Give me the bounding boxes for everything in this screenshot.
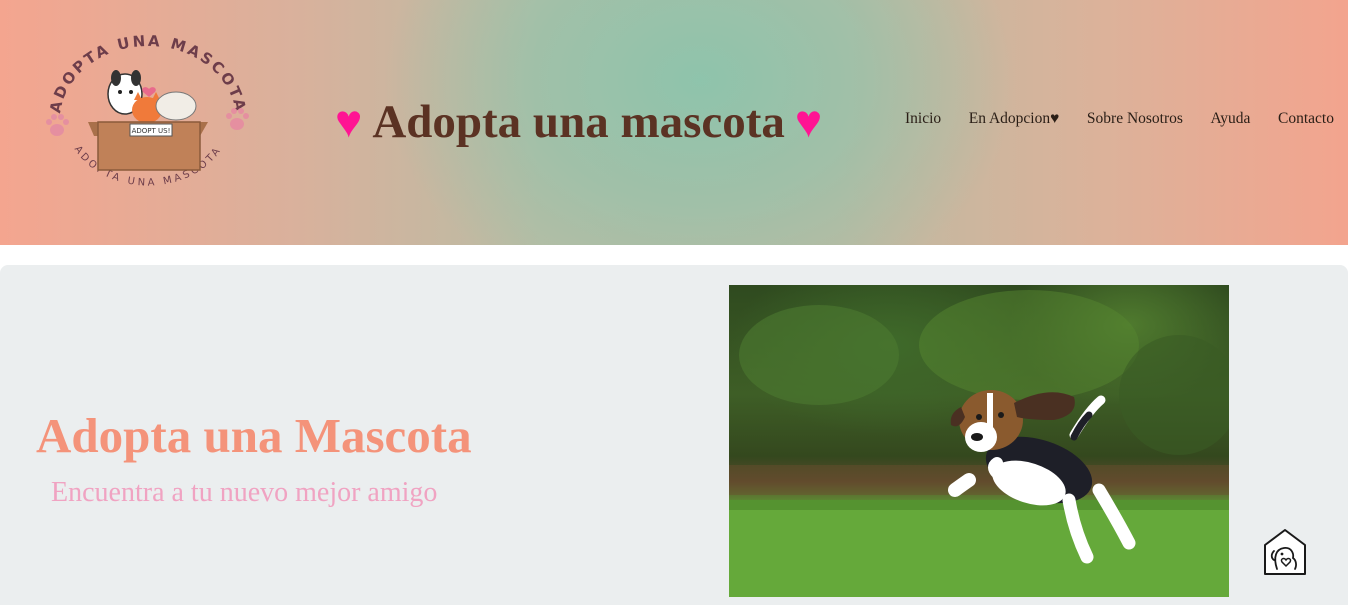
- hero-dog-photo: [729, 285, 1229, 597]
- nav-item-en-adopcion[interactable]: En Adopcion♥: [969, 110, 1060, 128]
- site-header: ADOPTA UNA MASCOTA ADOPTA UNA MASCOTA: [0, 0, 1348, 245]
- main-nav: Inicio En Adopcion♥ Sobre Nosotros Ayuda…: [905, 110, 1334, 128]
- site-title: ♥ Adopta una mascota ♥: [335, 92, 822, 152]
- nav-item-contacto[interactable]: Contacto: [1278, 110, 1334, 128]
- logo-pets: [107, 70, 197, 123]
- hero-title: Adopta una Mascota: [36, 408, 472, 463]
- logo-box: ADOPT US!: [88, 121, 208, 171]
- logo-box-label: ADOPT US!: [132, 127, 171, 135]
- pet-home-icon[interactable]: [1262, 527, 1308, 577]
- site-title-text: Adopta una mascota: [372, 96, 785, 148]
- paw-icon-left: [46, 114, 69, 136]
- nav-item-sobre-nosotros[interactable]: Sobre Nosotros: [1087, 110, 1183, 128]
- nav-item-ayuda[interactable]: Ayuda: [1211, 110, 1251, 128]
- heart-icon-left: ♥: [335, 96, 363, 147]
- hero-section: Adopta una Mascota Encuentra a tu nuevo …: [0, 265, 1348, 605]
- hero-subtitle: Encuentra a tu nuevo mejor amigo: [51, 477, 438, 508]
- beagle-puppy-image: [729, 290, 1229, 597]
- site-logo[interactable]: ADOPTA UNA MASCOTA ADOPTA UNA MASCOTA: [40, 34, 256, 206]
- nav-item-inicio[interactable]: Inicio: [905, 110, 941, 128]
- heart-icon-right: ♥: [794, 96, 823, 147]
